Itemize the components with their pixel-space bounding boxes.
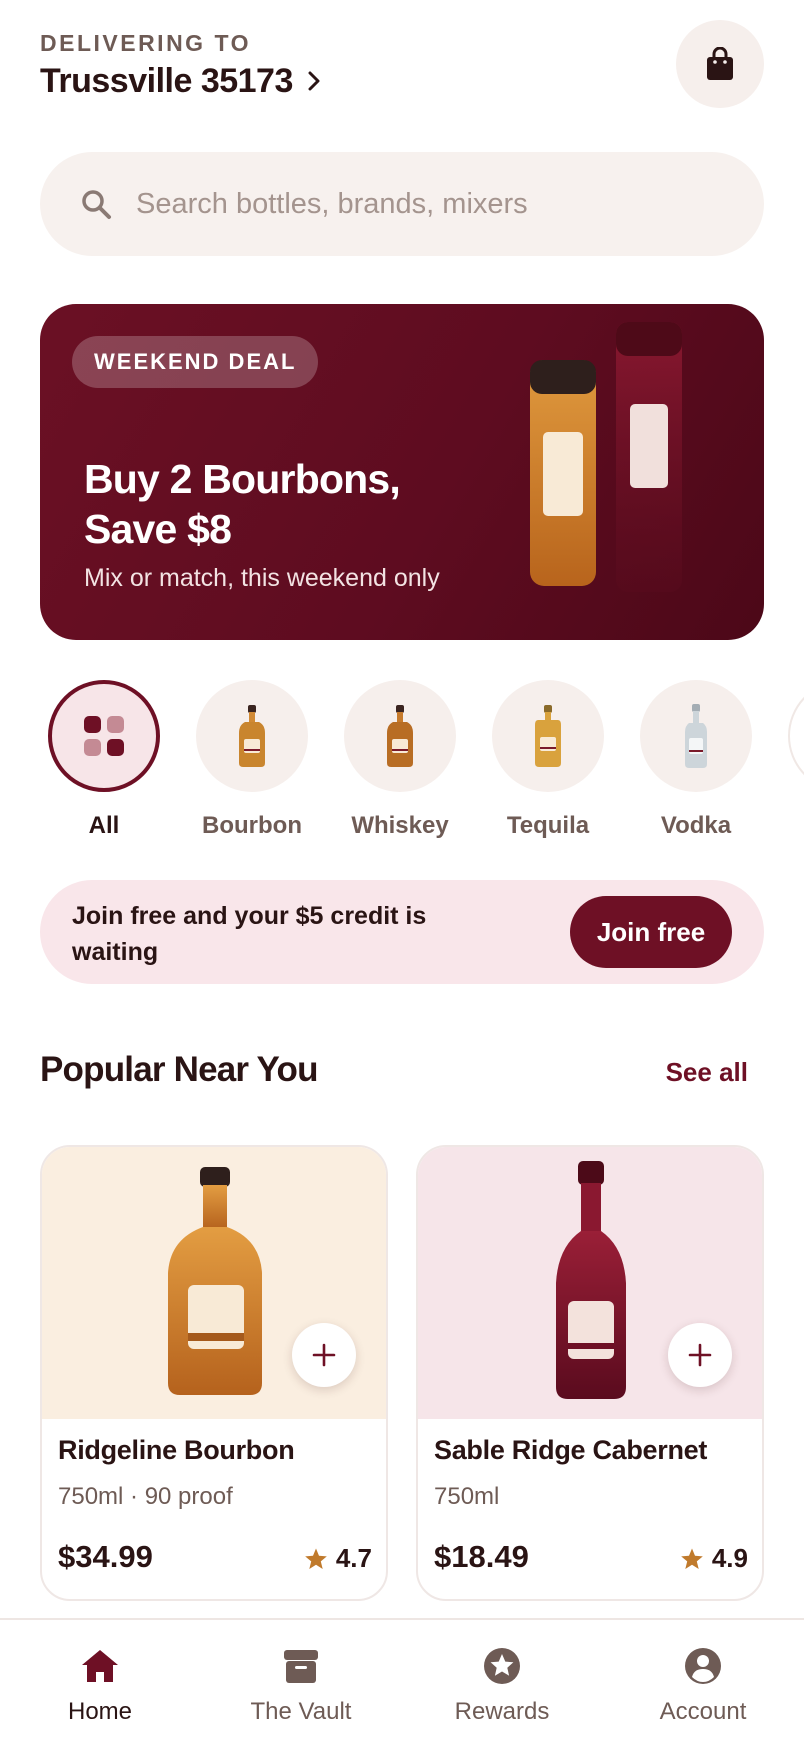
bourbon-bottle-icon bbox=[239, 705, 265, 767]
add-to-cart-button[interactable] bbox=[292, 1323, 356, 1387]
product-rating: 4.9 bbox=[680, 1543, 748, 1574]
grid-icon bbox=[84, 716, 124, 756]
category-more[interactable] bbox=[788, 680, 804, 792]
shopping-bag-icon bbox=[707, 47, 733, 80]
join-free-button[interactable]: Join free bbox=[570, 896, 732, 968]
promo-title: Buy 2 Bourbons, Save $8 bbox=[84, 456, 401, 552]
join-banner-text: Join free and your $5 credit is waiting bbox=[72, 902, 427, 966]
category-label: Whiskey bbox=[351, 812, 449, 839]
section-title-popular: Popular Near You bbox=[40, 1050, 318, 1089]
product-meta: 750ml · 90 proof bbox=[58, 1483, 233, 1510]
nav-label: Home bbox=[67, 1698, 133, 1725]
product-card[interactable]: Sable Ridge Cabernet 750ml $18.49 4.9 bbox=[416, 1145, 764, 1601]
rating-value: 4.7 bbox=[335, 1543, 372, 1573]
product-rating: 4.7 bbox=[304, 1543, 372, 1574]
plus-icon bbox=[312, 1343, 336, 1367]
promo-subtitle: Mix or match, this weekend only bbox=[84, 564, 440, 592]
nav-label: Rewards bbox=[454, 1698, 550, 1725]
nav-item-rewards[interactable]: Rewards bbox=[402, 1646, 602, 1726]
category-all[interactable]: All bbox=[48, 680, 160, 840]
promo-banner[interactable]: WEEKEND DEAL Buy 2 Bourbons, Save $8 Mix… bbox=[40, 304, 764, 640]
product-name: Ridgeline Bourbon bbox=[58, 1435, 295, 1465]
product-price: $18.49 bbox=[434, 1539, 529, 1574]
category-circle bbox=[640, 680, 752, 792]
chevron-right-icon bbox=[308, 71, 320, 91]
delivering-label: DELIVERING TO bbox=[40, 30, 251, 56]
category-circle bbox=[196, 680, 308, 792]
header: DELIVERING TO Trussville 35173 bbox=[40, 20, 764, 110]
user-circle-icon bbox=[685, 1648, 721, 1684]
bottom-nav: Home The Vault Rewards Account bbox=[0, 1618, 804, 1748]
archive-icon bbox=[284, 1650, 318, 1683]
category-label: Vodka bbox=[660, 812, 732, 839]
nav-item-home[interactable]: Home bbox=[0, 1646, 200, 1726]
category-circle bbox=[344, 680, 456, 792]
promo-badge: WEEKEND DEAL bbox=[72, 336, 319, 388]
star-icon bbox=[305, 1548, 327, 1569]
nav-label: Account bbox=[659, 1698, 747, 1725]
nav-item-vault[interactable]: The Vault bbox=[201, 1646, 401, 1726]
plus-icon bbox=[688, 1343, 712, 1367]
nav-item-account[interactable]: Account bbox=[603, 1646, 803, 1726]
category-circle bbox=[788, 680, 804, 792]
whiskey-bottle-icon bbox=[387, 705, 413, 767]
category-whiskey[interactable]: Whiskey bbox=[344, 680, 456, 840]
star-badge-icon bbox=[484, 1648, 520, 1684]
category-circle bbox=[492, 680, 604, 792]
see-all-link[interactable]: See all bbox=[666, 1057, 748, 1088]
nav-label: The Vault bbox=[250, 1698, 352, 1725]
category-carousel[interactable]: All Bourbon Whiskey Tequila Vodka bbox=[48, 680, 804, 840]
promo-bottles-illustration bbox=[530, 322, 682, 592]
category-label: Bourbon bbox=[202, 812, 302, 839]
search-input[interactable] bbox=[136, 187, 696, 221]
tequila-bottle-icon bbox=[535, 705, 561, 767]
product-price: $34.99 bbox=[58, 1539, 153, 1574]
delivery-location-selector[interactable]: Trussville 35173 bbox=[40, 60, 321, 102]
category-circle bbox=[48, 680, 160, 792]
product-meta: 750ml bbox=[434, 1483, 500, 1510]
cart-button[interactable] bbox=[676, 20, 764, 108]
delivery-location: Trussville 35173 bbox=[40, 61, 293, 100]
search-icon bbox=[82, 190, 111, 219]
vodka-bottle-icon bbox=[685, 704, 707, 768]
category-vodka[interactable]: Vodka bbox=[640, 680, 752, 840]
product-name: Sable Ridge Cabernet bbox=[434, 1435, 708, 1465]
product-card[interactable]: Ridgeline Bourbon 750ml · 90 proof $34.9… bbox=[40, 1145, 388, 1601]
star-icon bbox=[681, 1548, 703, 1569]
join-banner: Join free and your $5 credit is waiting … bbox=[40, 880, 764, 984]
rating-value: 4.9 bbox=[711, 1543, 748, 1573]
home-icon bbox=[82, 1650, 118, 1682]
search-bar[interactable] bbox=[40, 152, 764, 256]
category-tequila[interactable]: Tequila bbox=[492, 680, 604, 840]
add-to-cart-button[interactable] bbox=[668, 1323, 732, 1387]
category-bourbon[interactable]: Bourbon bbox=[196, 680, 308, 840]
category-label: Tequila bbox=[506, 812, 590, 839]
